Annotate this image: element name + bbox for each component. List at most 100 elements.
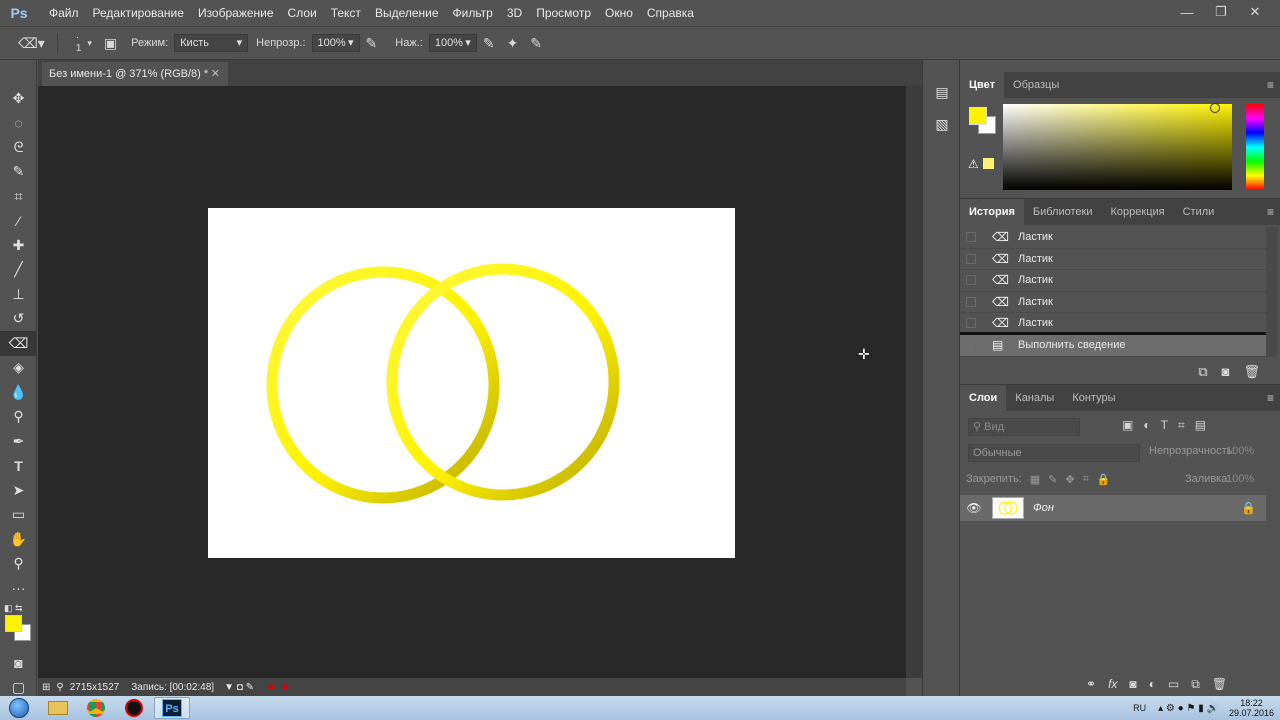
new-layer-icon[interactable]: ⧉ bbox=[1191, 677, 1200, 692]
swap-colors-icon[interactable]: ◧ ⇆ bbox=[4, 603, 23, 614]
chevron-down-icon[interactable]: ▾ bbox=[87, 38, 92, 49]
path-select-tool-icon[interactable]: ➤ bbox=[0, 478, 37, 503]
history-item[interactable]: ⌫ Ластик bbox=[960, 249, 1266, 271]
erase-history-icon[interactable]: ✦ bbox=[507, 35, 519, 52]
visibility-eye-icon[interactable]: 👁 bbox=[960, 501, 988, 515]
zoom-tool-icon[interactable]: ⚲ bbox=[0, 552, 37, 577]
layer-opacity-value[interactable]: 100% bbox=[1226, 445, 1254, 457]
lock-artboard-icon[interactable]: ⌗ bbox=[1083, 473, 1089, 486]
properties-dock-icon[interactable]: ▧ bbox=[923, 108, 961, 140]
photoshop-taskbar-button[interactable]: Ps bbox=[154, 697, 190, 719]
eraser-tool-icon[interactable]: ⌫ bbox=[0, 331, 37, 356]
paint-bucket-tool-icon[interactable]: ◈ bbox=[0, 356, 37, 381]
crop-tool-icon[interactable]: ⌗ bbox=[0, 184, 37, 209]
layer-row-background[interactable]: 👁 Фон 🔒 bbox=[960, 495, 1266, 521]
color-swatches[interactable]: ◧ ⇆ bbox=[0, 603, 36, 645]
fill-value[interactable]: 100% bbox=[1226, 473, 1254, 485]
healing-brush-tool-icon[interactable]: ✚ bbox=[0, 233, 37, 258]
history-checkbox[interactable] bbox=[966, 317, 976, 328]
record-stop-icon[interactable]: ■ bbox=[268, 682, 274, 693]
history-checkbox[interactable] bbox=[966, 232, 976, 243]
tab-styles[interactable]: Стили bbox=[1174, 199, 1224, 225]
panel-menu-icon[interactable]: ≡ bbox=[1267, 199, 1274, 225]
menu-select[interactable]: Выделение bbox=[368, 0, 446, 26]
zoom-icon[interactable]: ⚲ bbox=[56, 682, 63, 693]
lock-position-icon[interactable]: ✥ bbox=[1065, 473, 1074, 486]
shape-filter-icon[interactable]: ⌗ bbox=[1178, 418, 1185, 433]
tab-history[interactable]: История bbox=[960, 199, 1024, 225]
menu-file[interactable]: Файл bbox=[42, 0, 86, 26]
history-item-selected[interactable]: ▤ Выполнить сведение bbox=[960, 334, 1266, 357]
tab-color[interactable]: Цвет bbox=[960, 72, 1005, 98]
pen-tool-icon[interactable]: ✒ bbox=[0, 429, 37, 454]
vertical-scrollbar[interactable] bbox=[906, 86, 922, 678]
pressure-size-icon[interactable]: ✎ bbox=[530, 35, 542, 52]
adjustment-filter-icon[interactable]: ◐ bbox=[1143, 418, 1150, 433]
hand-tool-icon[interactable]: ✋ bbox=[0, 527, 37, 552]
flow-select[interactable]: 100% ▾ bbox=[428, 34, 477, 52]
trash-icon[interactable]: 🗑 bbox=[1212, 677, 1227, 692]
menu-edit[interactable]: Редактирование bbox=[86, 0, 191, 26]
foreground-color-swatch[interactable] bbox=[5, 614, 22, 632]
brush-size-picker[interactable]: · 1 bbox=[76, 32, 82, 54]
type-tool-icon[interactable]: T bbox=[0, 454, 37, 479]
history-checkbox[interactable] bbox=[966, 253, 976, 264]
more-tools-icon[interactable]: ··· bbox=[0, 576, 37, 601]
clock[interactable]: 18:22 29.07.2016 bbox=[1229, 698, 1274, 718]
layer-filter-input[interactable]: ⚲ Вид bbox=[968, 418, 1080, 436]
layer-style-fx-icon[interactable]: fx bbox=[1108, 677, 1117, 692]
history-scrollbar[interactable] bbox=[1266, 227, 1278, 357]
panel-menu-icon[interactable]: ≡ bbox=[1267, 385, 1274, 411]
history-item[interactable]: ⌫ Ластик bbox=[960, 292, 1266, 314]
menu-layers[interactable]: Слои bbox=[281, 0, 324, 26]
menu-3d[interactable]: 3D bbox=[500, 0, 529, 26]
close-icon[interactable]: ✕ bbox=[211, 62, 220, 86]
color-field[interactable] bbox=[1003, 104, 1232, 190]
menu-help[interactable]: Справка bbox=[640, 0, 701, 26]
document-canvas[interactable] bbox=[208, 208, 735, 558]
hue-slider[interactable] bbox=[1246, 104, 1264, 190]
lock-all-icon[interactable]: 🔒 bbox=[1097, 473, 1111, 486]
smart-object-filter-icon[interactable]: ▤ bbox=[1195, 418, 1206, 433]
menu-window[interactable]: Окно bbox=[598, 0, 640, 26]
history-checkbox[interactable] bbox=[966, 297, 976, 308]
pressure-opacity-icon[interactable]: ✎ bbox=[366, 35, 378, 52]
lock-transparent-icon[interactable]: ▦ bbox=[1030, 473, 1040, 486]
tab-paths[interactable]: Контуры bbox=[1063, 385, 1124, 411]
history-item[interactable]: ⌫ Ластик bbox=[960, 227, 1266, 249]
opacity-select[interactable]: 100% ▾ bbox=[311, 34, 360, 52]
history-item[interactable]: ⌫ Ластик bbox=[960, 313, 1266, 335]
record-icon[interactable]: ■ bbox=[282, 682, 288, 693]
brush-panel-icon[interactable]: ▣ bbox=[104, 35, 117, 52]
blur-tool-icon[interactable]: 💧 bbox=[0, 380, 37, 405]
document-tab[interactable]: Без имени-1 @ 371% (RGB/8) * ✕ bbox=[42, 62, 228, 86]
language-indicator[interactable]: RU bbox=[1133, 703, 1146, 713]
rectangle-tool-icon[interactable]: ▭ bbox=[0, 503, 37, 528]
panel-menu-icon[interactable]: ≡ bbox=[1267, 72, 1274, 98]
lasso-tool-icon[interactable]: ᘓ bbox=[0, 135, 37, 160]
tab-libraries[interactable]: Библиотеки bbox=[1024, 199, 1102, 225]
restore-button[interactable]: ❐ bbox=[1204, 0, 1238, 24]
trash-icon[interactable]: 🗑 bbox=[1243, 364, 1260, 380]
history-checkbox[interactable] bbox=[966, 340, 976, 351]
close-button[interactable]: ✕ bbox=[1238, 0, 1272, 24]
quick-select-tool-icon[interactable]: ✎ bbox=[0, 160, 37, 185]
eyedropper-tool-icon[interactable]: ⁄ bbox=[0, 209, 37, 234]
gamut-swatch[interactable] bbox=[983, 158, 994, 169]
tray-icons[interactable]: ▴ ⚙ ● ⚑ ▮ 🔊 bbox=[1158, 703, 1219, 714]
color-picker-handle[interactable] bbox=[1210, 103, 1220, 113]
foreground-color-chip[interactable] bbox=[969, 107, 987, 125]
mode-select[interactable]: Кисть ▾ bbox=[174, 34, 249, 52]
recorder-taskbar-button[interactable] bbox=[116, 697, 152, 719]
marquee-tool-icon[interactable]: ◌ bbox=[0, 111, 37, 136]
stamp-tool-icon[interactable]: ⊥ bbox=[0, 282, 37, 307]
menu-filter[interactable]: Фильтр bbox=[446, 0, 500, 26]
menu-type[interactable]: Текст bbox=[324, 0, 368, 26]
tab-swatches[interactable]: Образцы bbox=[1004, 72, 1068, 98]
new-group-icon[interactable]: ▭ bbox=[1168, 677, 1179, 692]
quick-mask-icon[interactable]: ◙ bbox=[0, 651, 37, 676]
type-filter-icon[interactable]: T bbox=[1161, 418, 1168, 433]
history-brush-tool-icon[interactable]: ↺ bbox=[0, 307, 37, 332]
new-document-from-state-icon[interactable]: ⧉ bbox=[1198, 364, 1207, 380]
tab-adjustments[interactable]: Коррекция bbox=[1102, 199, 1174, 225]
